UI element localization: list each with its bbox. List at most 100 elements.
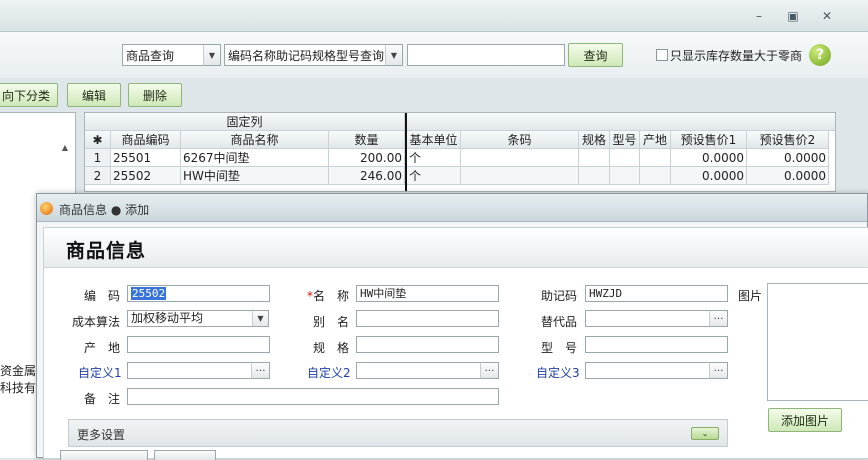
ellipsis-icon[interactable]: …: [709, 362, 728, 379]
grid-header-spacer: [407, 113, 835, 131]
column-header-barcode[interactable]: 条码: [461, 131, 579, 149]
table-cell[interactable]: [461, 149, 579, 167]
column-header-code[interactable]: 商品编码: [111, 131, 181, 149]
custom1-field[interactable]: [127, 362, 252, 379]
dialog-titlebar: 商品信息 ● 添加: [37, 194, 867, 222]
table-cell[interactable]: 0.0000: [747, 167, 829, 185]
table-cell[interactable]: HW中间垫: [181, 167, 329, 185]
column-header-select-all[interactable]: ✱: [85, 131, 111, 149]
more-settings-bar[interactable]: 更多设置 ⌄: [68, 419, 728, 447]
custom2-field[interactable]: [356, 362, 481, 379]
column-header-model[interactable]: 型号: [610, 131, 640, 149]
remark-field[interactable]: [127, 388, 499, 405]
footer-button-partial[interactable]: [60, 450, 148, 460]
maximize-icon[interactable]: ▣: [786, 10, 800, 22]
add-picture-button[interactable]: 添加图片: [768, 408, 842, 432]
stock-filter-label: 只显示库存数量大于零商: [670, 49, 803, 63]
chevron-down-icon[interactable]: ⌄: [691, 427, 719, 440]
cost-method-select[interactable]: 加权移动平均: [127, 310, 254, 327]
table-cell[interactable]: [640, 149, 671, 167]
column-header-unit[interactable]: 基本单位: [407, 131, 461, 149]
table-cell[interactable]: 个: [407, 167, 461, 185]
table-cell[interactable]: 6267中间垫: [181, 149, 329, 167]
chevron-down-icon[interactable]: ▼: [252, 310, 269, 327]
query-type-select[interactable]: 商品查询 ▼: [122, 44, 221, 66]
column-header-spec[interactable]: 规格: [579, 131, 610, 149]
table-cell[interactable]: 25501: [111, 149, 181, 167]
query-field-select[interactable]: 编码名称助记码规格型号查询 ▼: [224, 44, 403, 66]
origin-field[interactable]: [127, 336, 270, 353]
name-field[interactable]: HW中间垫: [356, 285, 499, 302]
move-down-category-button[interactable]: 向下分类: [0, 83, 58, 107]
footer-button-partial[interactable]: [154, 450, 216, 460]
query-type-value: 商品查询: [126, 48, 175, 63]
code-field[interactable]: 25502: [127, 285, 270, 302]
spec-label: 规 格: [313, 341, 350, 355]
stock-filter-checkbox[interactable]: [656, 49, 668, 61]
more-settings-label: 更多设置: [77, 428, 126, 442]
column-header-name[interactable]: 商品名称: [181, 131, 329, 149]
table-cell[interactable]: [461, 167, 579, 185]
code-field-value: 25502: [131, 287, 167, 300]
ellipsis-icon[interactable]: …: [251, 362, 270, 379]
delete-button[interactable]: 删除: [128, 83, 182, 107]
table-cell[interactable]: 246.00: [329, 167, 405, 185]
substitute-field[interactable]: [585, 310, 710, 327]
table-cell[interactable]: 个: [407, 149, 461, 167]
dialog-heading: 商品信息: [66, 240, 147, 262]
table-cell[interactable]: 0.0000: [671, 167, 747, 185]
frozen-columns-header: 固定列: [85, 113, 405, 131]
remark-label: 备 注: [84, 392, 121, 406]
search-toolbar: 商品查询 ▼ 编码名称助记码规格型号查询 ▼ 查询 只显示库存数量大于零商 ?: [0, 32, 868, 78]
chevron-down-icon[interactable]: ▼: [203, 45, 220, 65]
help-icon[interactable]: ?: [809, 44, 831, 66]
column-header-quantity[interactable]: 数量: [329, 131, 405, 149]
chevron-down-icon[interactable]: ▼: [385, 45, 402, 65]
ellipsis-icon[interactable]: …: [709, 310, 728, 327]
search-input[interactable]: [407, 44, 565, 66]
ellipsis-icon[interactable]: …: [480, 362, 499, 379]
dialog-title: 商品信息 ● 添加: [59, 203, 150, 217]
row-number[interactable]: 1: [85, 149, 111, 167]
custom3-label: 自定义3: [536, 366, 580, 380]
mnemonic-field[interactable]: HWZJD: [585, 285, 728, 302]
custom3-field[interactable]: [585, 362, 710, 379]
code-label: 编 码: [84, 289, 121, 303]
mnemonic-label: 助记码: [541, 289, 578, 303]
table-cell[interactable]: 200.00: [329, 149, 405, 167]
product-info-dialog: 商品信息 ● 添加 商品信息 编 码 25502 *名 称 HW中间垫 助记码 …: [36, 193, 868, 460]
custom2-label: 自定义2: [307, 366, 351, 380]
scroll-up-icon[interactable]: ▲: [59, 142, 71, 154]
table-cell[interactable]: 0.0000: [671, 149, 747, 167]
column-header-price2[interactable]: 预设售价2: [747, 131, 829, 149]
minimize-icon[interactable]: –: [752, 10, 766, 22]
tree-item[interactable]: 科技有l: [0, 379, 39, 396]
table-cell[interactable]: [610, 149, 640, 167]
row-number[interactable]: 2: [85, 167, 111, 185]
dialog-body: 商品信息 编 码 25502 *名 称 HW中间垫 助记码 HWZJD 图片 成…: [43, 227, 868, 460]
close-icon[interactable]: ✕: [820, 10, 834, 22]
frozen-column-divider: [405, 113, 407, 191]
model-label: 型 号: [541, 341, 578, 355]
table-cell[interactable]: [640, 167, 671, 185]
table-cell[interactable]: 0.0000: [747, 149, 829, 167]
custom1-label: 自定义1: [78, 366, 122, 380]
alias-field[interactable]: [356, 310, 499, 327]
main-titlebar: – ▣ ✕: [0, 0, 868, 32]
tree-item[interactable]: 资金属: [0, 362, 36, 379]
spec-field[interactable]: [356, 336, 499, 353]
table-cell[interactable]: [579, 167, 610, 185]
search-button[interactable]: 查询: [568, 43, 623, 67]
table-cell[interactable]: [579, 149, 610, 167]
edit-button[interactable]: 编辑: [67, 83, 121, 107]
dialog-header: 商品信息: [44, 228, 868, 268]
column-header-origin[interactable]: 产地: [640, 131, 671, 149]
model-field[interactable]: [585, 336, 728, 353]
table-cell[interactable]: [610, 167, 640, 185]
cost-method-label: 成本算法: [72, 315, 121, 329]
column-header-price1[interactable]: 预设售价1: [671, 131, 747, 149]
table-cell[interactable]: 25502: [111, 167, 181, 185]
substitute-label: 替代品: [541, 315, 578, 329]
picture-box[interactable]: [767, 283, 868, 401]
product-grid[interactable]: 固定列 ✱ 商品编码 商品名称 数量 基本单位 条码 规格 型号 产地 预设售价…: [84, 112, 836, 192]
